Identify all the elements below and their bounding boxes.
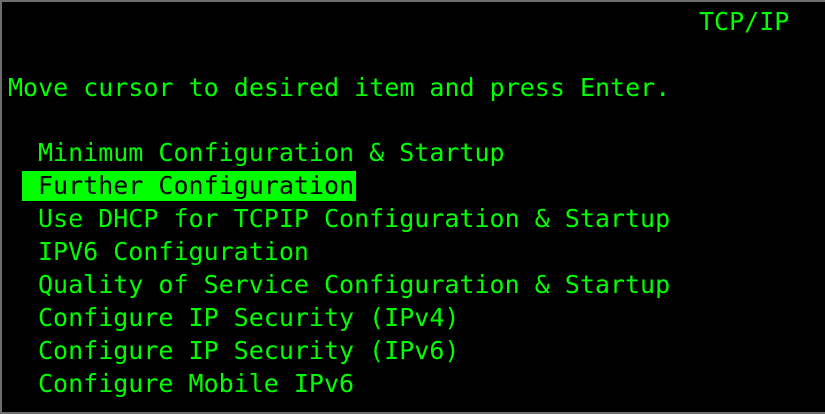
menu-item-mobile-ipv6[interactable]: Configure Mobile IPv6 [22,369,356,399]
menu-item-ip-security-ipv4[interactable]: Configure IP Security (IPv4) [22,303,461,333]
instruction-text: Move cursor to desired item and press En… [8,73,671,102]
menu-item-use-dhcp[interactable]: Use DHCP for TCPIP Configuration & Start… [22,204,672,234]
menu-item-further-configuration[interactable]: Further Configuration [22,171,357,201]
menu-item-quality-of-service[interactable]: Quality of Service Configuration & Start… [22,270,672,300]
menu-item-ipv6-configuration[interactable]: IPV6 Configuration [22,237,311,267]
menu-item-ip-security-ipv6[interactable]: Configure IP Security (IPv6) [22,336,461,366]
screen-title: TCP/IP [699,7,790,36]
menu-item-minimum-configuration[interactable]: Minimum Configuration & Startup [22,138,507,168]
